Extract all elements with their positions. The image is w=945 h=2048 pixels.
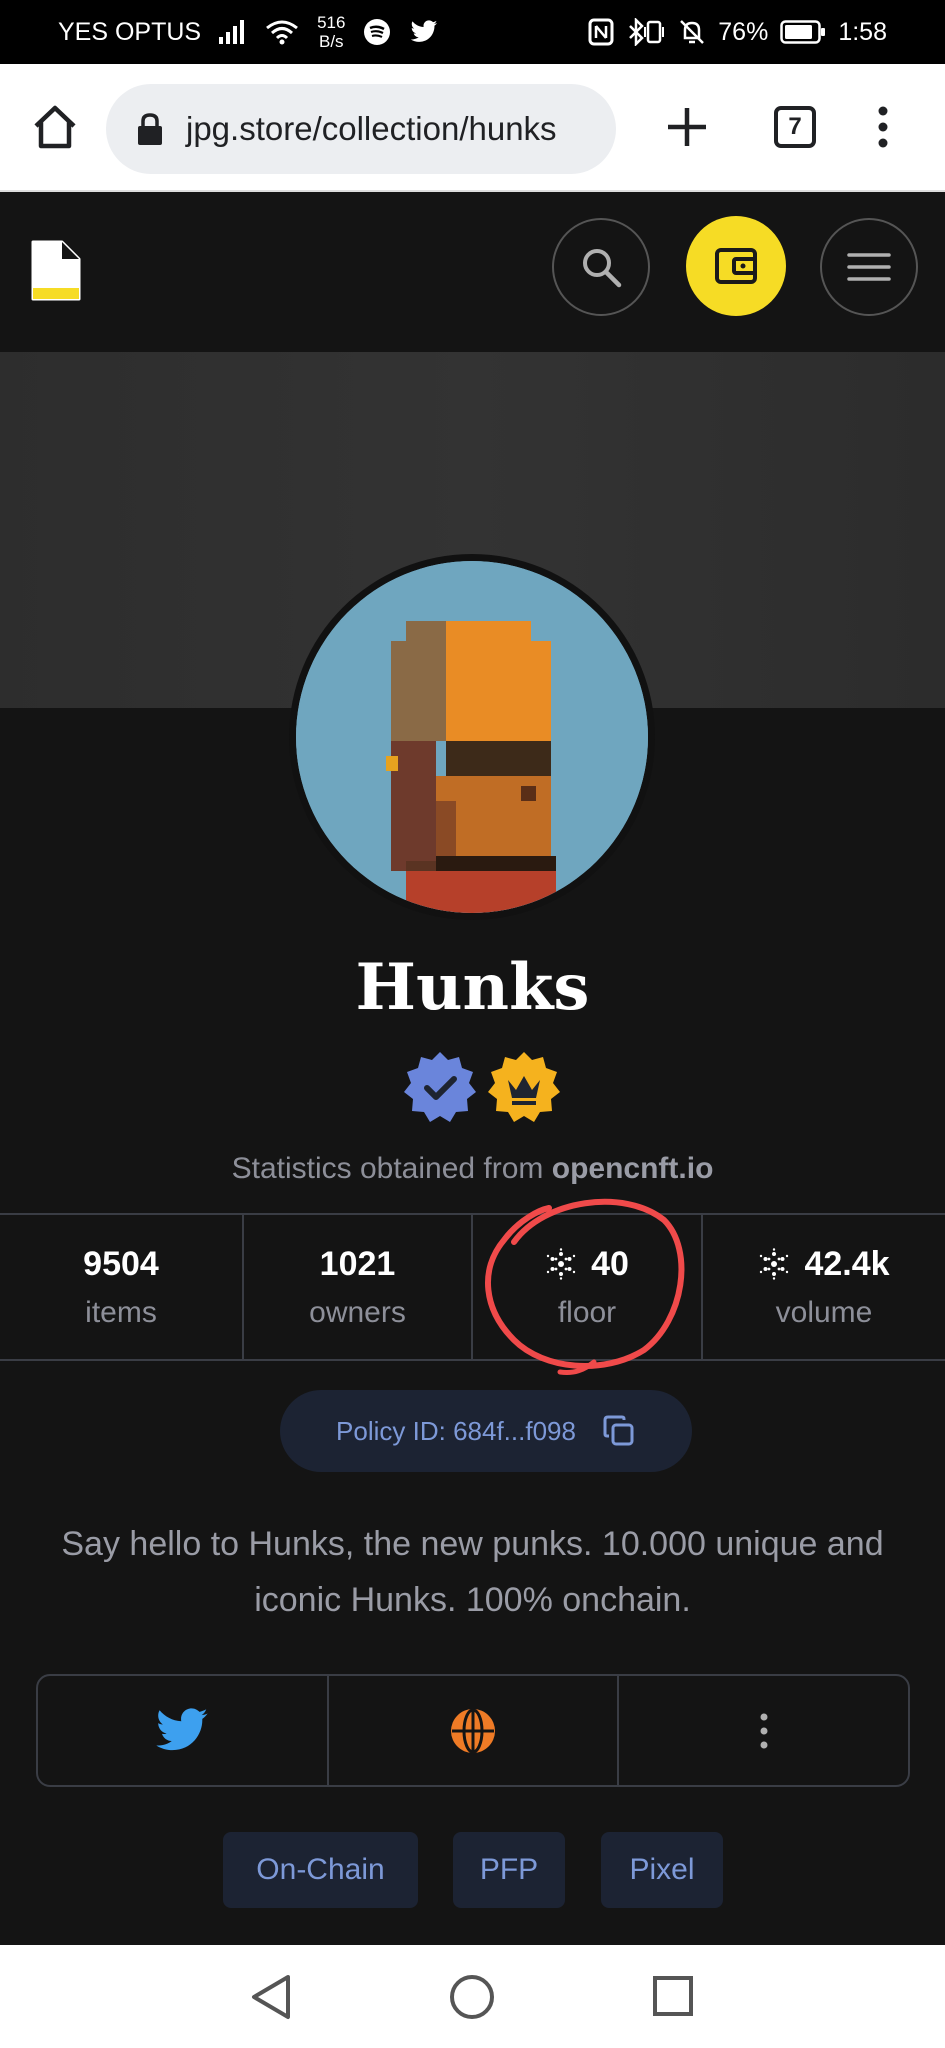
site-header	[0, 194, 945, 352]
stat-items: 9504 items	[0, 1215, 244, 1359]
opencnft-link[interactable]: opencnft.io	[552, 1152, 714, 1185]
status-bar: YES OPTUS 516 B/s 76% 1:58	[0, 0, 945, 64]
more-vertical-icon[interactable]	[868, 102, 898, 152]
network-speed: 516 B/s	[317, 13, 346, 51]
new-tab-icon[interactable]	[664, 104, 710, 150]
stat-volume: 42.4k volume	[703, 1215, 945, 1359]
stat-volume-label: volume	[775, 1295, 873, 1329]
stats-source: Statistics obtained from opencnft.io	[231, 1152, 714, 1185]
mute-bell-icon	[678, 18, 706, 46]
crown-badge-icon[interactable]	[486, 1050, 562, 1126]
collection-avatar	[289, 554, 655, 920]
browser-toolbar: jpg.store/collection/hunks 7	[0, 64, 945, 192]
ada-icon	[546, 1248, 576, 1280]
stat-volume-value: 42.4k	[804, 1244, 890, 1283]
stat-items-value: 9504	[83, 1244, 159, 1283]
stat-owners-value: 1021	[319, 1244, 396, 1283]
recents-icon[interactable]	[652, 1975, 694, 2017]
search-button[interactable]	[552, 218, 650, 316]
website-link[interactable]	[329, 1676, 620, 1785]
battery-icon	[780, 20, 826, 44]
twitter-link[interactable]	[38, 1676, 329, 1785]
more-links-button[interactable]	[619, 1676, 908, 1785]
home-nav-icon[interactable]	[448, 1973, 496, 2021]
more-vertical-icon	[760, 1713, 768, 1748]
home-icon[interactable]	[30, 102, 80, 152]
hamburger-icon	[847, 253, 891, 281]
clock: 1:58	[838, 17, 887, 46]
social-links	[36, 1674, 910, 1787]
system-nav-bar	[0, 1945, 945, 2048]
wallet-icon	[715, 248, 757, 284]
twitter-icon	[156, 1707, 208, 1750]
stat-floor-label: floor	[557, 1295, 617, 1329]
collection-badges	[402, 1050, 562, 1126]
stat-floor-value: 40	[591, 1244, 629, 1283]
policy-id-button[interactable]: Policy ID: 684f...f098	[280, 1390, 692, 1472]
wallet-button[interactable]	[686, 216, 786, 316]
stat-owners-label: owners	[309, 1295, 406, 1329]
twitter-status-icon	[409, 20, 439, 44]
tag-pixel[interactable]: Pixel	[601, 1832, 723, 1908]
verified-badge-icon[interactable]	[402, 1050, 478, 1126]
menu-button[interactable]	[820, 218, 918, 316]
globe-icon	[451, 1708, 495, 1753]
ada-icon	[760, 1248, 789, 1280]
bluetooth-vibrate-icon	[626, 18, 666, 46]
address-bar[interactable]: jpg.store/collection/hunks	[106, 84, 616, 174]
policy-id-text: Policy ID: 684f...f098	[336, 1415, 576, 1446]
stat-items-label: items	[85, 1295, 157, 1329]
tab-count: 7	[788, 113, 802, 140]
stat-floor: 40 floor	[473, 1215, 703, 1359]
nfc-icon	[588, 18, 614, 46]
collection-stats: 9504 items 1021 owners 40 floor 42.4k vo…	[0, 1213, 945, 1361]
collection-tags: On-Chain PFP Pixel	[0, 1832, 945, 1908]
stat-owners: 1021 owners	[244, 1215, 473, 1359]
lock-icon	[138, 113, 162, 145]
copy-icon	[603, 1415, 634, 1446]
battery-percent: 76%	[718, 17, 769, 46]
tab-switcher-button[interactable]: 7	[774, 106, 816, 148]
collection-description: Say hello to Hunks, the new punks. 10.00…	[61, 1525, 884, 1619]
jpg-store-logo[interactable]	[28, 238, 84, 304]
signal-icon	[219, 20, 247, 44]
tag-on-chain[interactable]: On-Chain	[223, 1832, 418, 1908]
url-text: jpg.store/collection/hunks	[186, 110, 557, 147]
collection-title: Hunks	[355, 950, 590, 1025]
wifi-icon	[265, 19, 299, 45]
back-icon[interactable]	[248, 1973, 294, 2021]
carrier-label: YES OPTUS	[58, 17, 202, 46]
hunk-pixel-art	[296, 561, 648, 913]
search-icon	[583, 249, 622, 288]
tag-pfp[interactable]: PFP	[453, 1832, 565, 1908]
spotify-icon	[363, 18, 391, 46]
